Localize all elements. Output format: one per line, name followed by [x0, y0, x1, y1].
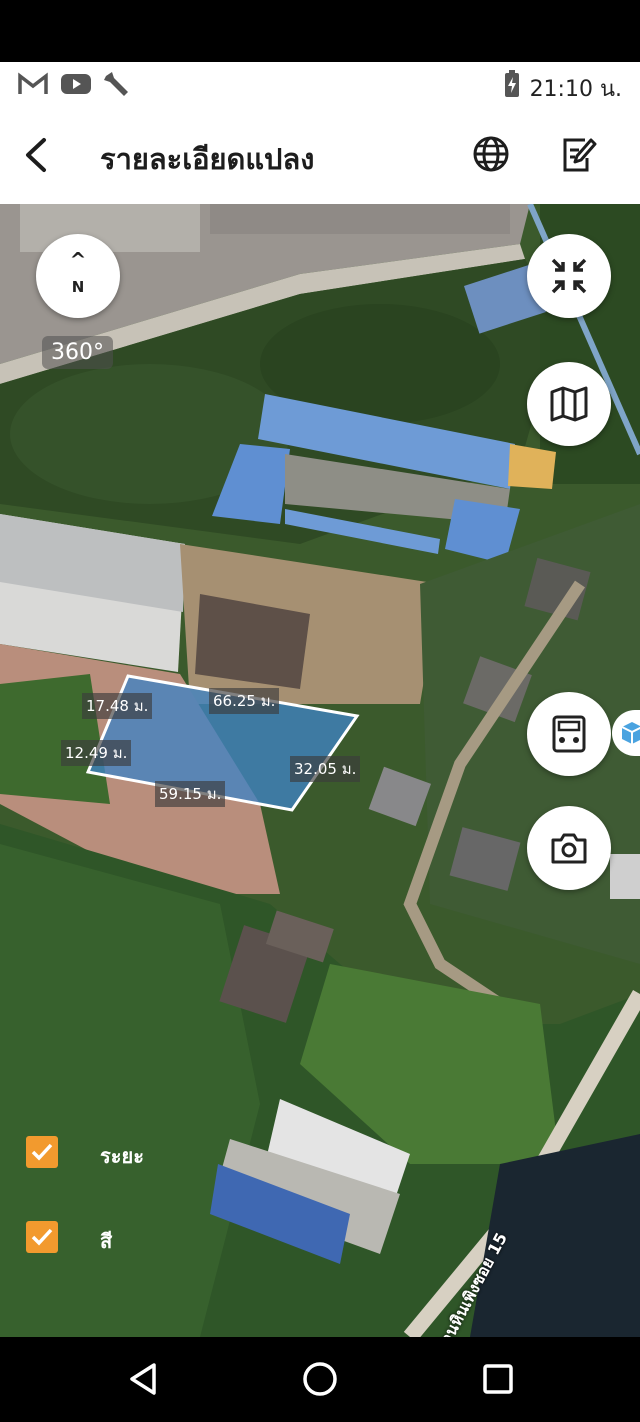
dimension-left-top: 17.48 ม. — [82, 693, 153, 719]
back-chevron-icon[interactable] — [22, 136, 50, 174]
compass-north-label: N — [71, 278, 85, 296]
satellite-map[interactable]: ^ N 360° 66.25 ม. 17.48 ม. 12.49 ม. 32.0… — [0, 204, 640, 1337]
wrench-icon — [104, 72, 128, 96]
home-circle-icon[interactable] — [302, 1361, 338, 1397]
clock: 21:10 น. — [529, 77, 622, 102]
battery-charging-icon — [505, 70, 519, 97]
heading-badge: 360° — [42, 336, 113, 369]
color-toggle-label: สี — [100, 1229, 113, 1253]
collapse-icon — [551, 258, 587, 294]
top-black-band — [0, 0, 640, 62]
distance-checkbox[interactable] — [26, 1136, 58, 1168]
status-bar: 21:10 น. — [0, 62, 640, 106]
cube-icon — [621, 722, 640, 744]
recents-square-icon[interactable] — [482, 1363, 514, 1395]
dimension-bottom: 59.15 ม. — [155, 781, 226, 807]
distance-toggle-label: ระยะ — [100, 1144, 144, 1168]
edit-document-icon[interactable] — [557, 134, 597, 174]
calculator-icon — [552, 715, 586, 753]
collapse-button[interactable] — [527, 234, 611, 318]
calculator-button[interactable] — [527, 692, 611, 776]
map-layers-button[interactable] — [527, 362, 611, 446]
gmail-icon — [18, 72, 48, 94]
system-nav-bar — [0, 1337, 640, 1422]
dimension-right: 32.05 ม. — [290, 756, 361, 782]
dimension-top: 66.25 ม. — [209, 688, 280, 714]
compass-button[interactable]: ^ N — [36, 234, 120, 318]
page-title: รายละเอียดแปลง — [100, 142, 315, 176]
back-triangle-icon[interactable] — [126, 1361, 160, 1397]
youtube-icon — [61, 74, 91, 94]
map-layers-icon — [550, 386, 588, 422]
globe-icon[interactable] — [471, 134, 511, 174]
dimension-left: 12.49 ม. — [61, 740, 132, 766]
app-header: รายละเอียดแปลง — [0, 106, 640, 204]
camera-button[interactable] — [527, 806, 611, 890]
color-checkbox[interactable] — [26, 1221, 58, 1253]
camera-icon — [551, 833, 587, 864]
compass-arrow: ^ — [69, 248, 87, 272]
checkmark-icon — [31, 1228, 53, 1246]
checkmark-icon — [31, 1143, 53, 1161]
